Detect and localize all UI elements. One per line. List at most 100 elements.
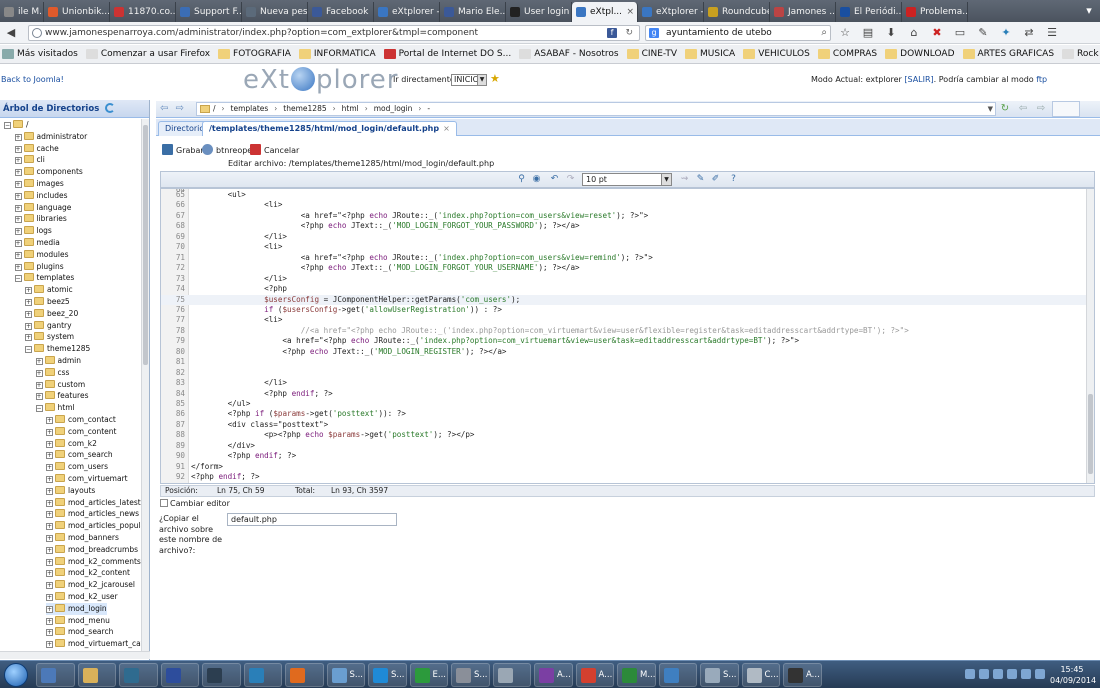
taskbar-button[interactable]: A... bbox=[575, 663, 614, 687]
close-tab-icon[interactable]: × bbox=[626, 2, 634, 22]
taskbar-button[interactable] bbox=[160, 663, 199, 687]
expand-icon[interactable]: + bbox=[46, 629, 53, 637]
tray-icon[interactable] bbox=[1021, 669, 1031, 679]
close-icon[interactable]: × bbox=[443, 124, 450, 133]
favorite-star-icon[interactable]: ★ bbox=[490, 73, 502, 85]
expand-icon[interactable]: + bbox=[35, 369, 43, 377]
expand-icon[interactable]: + bbox=[35, 358, 43, 365]
goto-line-icon[interactable]: ◉ bbox=[531, 174, 542, 185]
tray-icon[interactable] bbox=[1007, 669, 1017, 679]
browser-tab[interactable]: Support F... bbox=[176, 2, 242, 22]
tree-item[interactable]: + com_search bbox=[46, 449, 113, 461]
tree-item[interactable]: + includes bbox=[14, 190, 68, 202]
expand-icon[interactable]: + bbox=[46, 428, 53, 436]
browser-tab[interactable]: Problema... bbox=[902, 2, 968, 22]
browser-tab[interactable]: 11870.co... bbox=[110, 2, 176, 22]
tree-item[interactable]: + com_users bbox=[46, 461, 108, 473]
url-bar[interactable]: www.jamonespenarroya.com/administrator/i… bbox=[28, 25, 640, 41]
tab-list-icon[interactable]: ▾ bbox=[1078, 0, 1100, 22]
tree-item[interactable]: + mod_k2_user bbox=[46, 591, 118, 603]
expand-icon[interactable]: + bbox=[46, 452, 53, 460]
save-button[interactable]: Grabar bbox=[162, 144, 204, 157]
tree-item[interactable]: + com_virtuemart bbox=[46, 473, 128, 485]
bookmark-item[interactable]: MUSICA bbox=[685, 49, 735, 59]
bookmark-star-icon[interactable]: ☆ bbox=[838, 26, 852, 40]
tree-item[interactable]: − / bbox=[4, 119, 29, 131]
toggle-editor-checkbox[interactable]: Cambiar editor bbox=[160, 499, 230, 508]
expand-icon[interactable]: + bbox=[46, 641, 53, 649]
bookmark-item[interactable]: Rock - [ForoDirecto] bbox=[1062, 49, 1100, 59]
reset-highlight-icon[interactable]: ✎ bbox=[695, 174, 706, 185]
expand-icon[interactable]: + bbox=[46, 605, 53, 613]
taskbar-button[interactable]: S... bbox=[451, 663, 490, 687]
menu-icon[interactable]: ☰ bbox=[1045, 26, 1059, 40]
facebook-icon[interactable]: f bbox=[607, 28, 617, 38]
taskbar-button[interactable]: M... bbox=[617, 663, 656, 687]
tree-horizontal-scrollbar[interactable] bbox=[0, 651, 150, 659]
bookmark-item[interactable]: ASABAF - Nosotros bbox=[519, 49, 619, 59]
tree-scroll-thumb[interactable] bbox=[143, 125, 148, 365]
word-wrap-icon[interactable]: ✐ bbox=[710, 174, 721, 185]
breadcrumb-item[interactable]: html bbox=[342, 104, 359, 113]
taskbar-button[interactable] bbox=[658, 663, 697, 687]
tree-item[interactable]: + logs bbox=[14, 225, 52, 237]
bookmark-item[interactable]: CINE-TV bbox=[626, 49, 677, 59]
expand-icon[interactable]: + bbox=[35, 393, 43, 401]
bookmark-item[interactable]: DOWNLOAD bbox=[885, 49, 955, 59]
folder-view-button[interactable] bbox=[1052, 101, 1080, 117]
tree-item[interactable]: + libraries bbox=[14, 213, 67, 225]
taskbar-button[interactable] bbox=[492, 663, 531, 687]
tree-item[interactable]: + gantry bbox=[25, 320, 72, 332]
tray-icon[interactable] bbox=[993, 669, 1003, 679]
tree-item[interactable]: + com_content bbox=[46, 426, 116, 438]
browser-tab[interactable]: El Periódi... bbox=[836, 2, 902, 22]
back-arrow-icon[interactable]: ◀ bbox=[4, 26, 18, 40]
tree-item[interactable]: + beez_20 bbox=[25, 308, 78, 320]
tree-item[interactable]: + admin bbox=[35, 355, 81, 367]
taskbar-button[interactable]: A... bbox=[534, 663, 573, 687]
expand-icon[interactable]: + bbox=[46, 511, 53, 519]
expand-icon[interactable]: + bbox=[14, 216, 22, 224]
tree-item[interactable]: + mod_login bbox=[46, 602, 107, 615]
screenshot-icon[interactable]: ▭ bbox=[953, 26, 967, 40]
tree-item[interactable]: + mod_virtuemart_catego bbox=[46, 638, 141, 650]
volume-icon[interactable] bbox=[1035, 669, 1045, 679]
bookmark-item[interactable]: VEHICULOS bbox=[743, 49, 810, 59]
taskbar-button[interactable]: S... bbox=[700, 663, 739, 687]
tree-item[interactable]: + features bbox=[35, 390, 89, 402]
tree-item[interactable]: + mod_k2_content bbox=[46, 567, 130, 579]
bookmark-item[interactable]: INFORMATICA bbox=[298, 49, 376, 59]
home-icon[interactable]: ⌂ bbox=[907, 26, 921, 40]
expand-icon[interactable]: + bbox=[14, 145, 22, 153]
tree-item[interactable]: − html bbox=[35, 402, 75, 414]
browser-tab[interactable]: Jamones ... bbox=[770, 2, 836, 22]
taskbar-button[interactable] bbox=[202, 663, 241, 687]
copy-filename-input[interactable]: default.php bbox=[227, 513, 397, 526]
tree-item[interactable]: + mod_k2_comments bbox=[46, 556, 141, 568]
clock[interactable]: 15:45 04/09/2014 bbox=[1050, 664, 1096, 686]
tree-item[interactable]: + custom bbox=[35, 379, 85, 391]
tree-item[interactable]: + mod_menu bbox=[46, 615, 110, 627]
forward-icon[interactable]: ⇨ bbox=[1034, 102, 1048, 116]
browser-tab[interactable]: eXtplorer - bbox=[638, 2, 704, 22]
taskbar-button[interactable]: C... bbox=[741, 663, 780, 687]
expand-icon[interactable]: + bbox=[14, 192, 22, 200]
expand-icon[interactable]: + bbox=[46, 523, 53, 531]
undo-icon[interactable]: ↶ bbox=[549, 174, 560, 185]
expand-icon[interactable]: + bbox=[25, 299, 32, 306]
expand-icon[interactable]: + bbox=[46, 535, 53, 542]
expand-icon[interactable]: + bbox=[14, 204, 22, 212]
expand-icon[interactable]: + bbox=[46, 476, 53, 483]
collapse-icon[interactable]: − bbox=[14, 275, 22, 283]
expand-icon[interactable]: + bbox=[25, 310, 32, 318]
tree-item[interactable]: + images bbox=[14, 178, 64, 190]
browser-tab[interactable]: eXtpl... × bbox=[572, 2, 638, 22]
breadcrumb-item[interactable]: mod_login bbox=[374, 104, 413, 113]
tree-item[interactable]: + mod_breadcrumbs bbox=[46, 544, 138, 556]
reopen-button[interactable]: btnreopen bbox=[202, 144, 257, 157]
expand-icon[interactable]: + bbox=[25, 334, 32, 342]
tree-item[interactable]: + media bbox=[14, 237, 60, 249]
tree-item[interactable]: + mod_articles_latest bbox=[46, 497, 141, 509]
tree-item[interactable]: + layouts bbox=[46, 485, 95, 497]
browser-tab[interactable]: Nueva pestaña bbox=[242, 2, 308, 22]
